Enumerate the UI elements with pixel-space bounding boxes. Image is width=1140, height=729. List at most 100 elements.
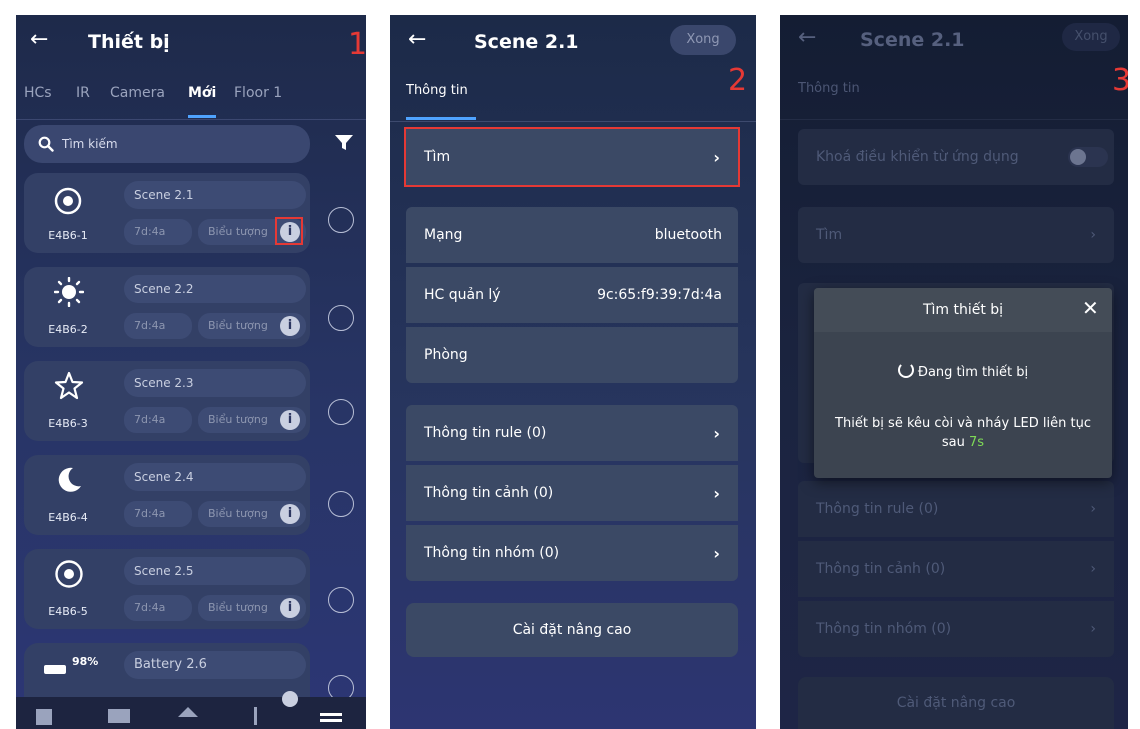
app-control-lock-row: Khoá điều khiển từ ứng dụng bbox=[798, 129, 1114, 185]
page-title: Thiết bị bbox=[88, 31, 170, 53]
device-card-5[interactable]: E4B6-5 Scene 2.5 7d:4a Biểu tượng i bbox=[24, 549, 310, 629]
device-card-3[interactable]: E4B6-3 Scene 2.3 7d:4a Biểu tượng i bbox=[24, 361, 310, 441]
group-info-row[interactable]: Thông tin nhóm (0) › bbox=[798, 601, 1114, 657]
filter-icon[interactable] bbox=[334, 133, 354, 153]
tab-info[interactable]: Thông tin bbox=[798, 81, 860, 96]
hc-manager-value: 9c:65:f9:39:7d:4a bbox=[597, 287, 722, 303]
step-number-label: 3 bbox=[1112, 63, 1128, 98]
scene-info-row[interactable]: Thông tin cảnh (0) › bbox=[798, 541, 1114, 597]
info-icon[interactable]: i bbox=[280, 598, 300, 618]
target-icon bbox=[54, 187, 82, 215]
device-name: Scene 2.1 bbox=[124, 181, 306, 209]
search-placeholder: Tìm kiếm bbox=[62, 137, 118, 151]
chevron-right-icon: › bbox=[1090, 501, 1096, 517]
highlight-box bbox=[275, 217, 303, 245]
status-text: Đang tìm thiết bị bbox=[917, 365, 1029, 380]
tab-moi[interactable]: Mới bbox=[188, 85, 216, 101]
close-icon[interactable]: ✕ bbox=[1082, 296, 1099, 320]
nav-home-icon[interactable] bbox=[178, 707, 198, 717]
screen-find-device: ← Scene 2.1 Xong 3 Thông tin Khoá điều k… bbox=[780, 15, 1128, 729]
nav-devices-icon[interactable] bbox=[108, 709, 130, 723]
tab-hcs[interactable]: HCs bbox=[24, 85, 52, 101]
record-icon bbox=[55, 560, 83, 588]
message-text: Thiết bị sẽ kêu còi và nháy LED liên tục… bbox=[835, 416, 1091, 450]
select-radio[interactable] bbox=[328, 399, 354, 425]
screen-scene-info: ← Scene 2.1 Xong 2 Thông tin Tìm › Mạng … bbox=[390, 15, 756, 729]
select-radio[interactable] bbox=[328, 587, 354, 613]
device-card-4[interactable]: E4B6-4 Scene 2.4 7d:4a Biểu tượng i bbox=[24, 455, 310, 535]
chevron-right-icon: › bbox=[1090, 227, 1096, 243]
rule-info-row[interactable]: Thông tin rule (0) › bbox=[406, 405, 738, 461]
scene-info-label: Thông tin cảnh (0) bbox=[424, 485, 554, 501]
step-number-label: 2 bbox=[728, 63, 748, 98]
advanced-settings-button[interactable]: Cài đặt nâng cao bbox=[798, 677, 1114, 729]
back-arrow-icon[interactable]: ← bbox=[408, 27, 426, 52]
advanced-settings-button[interactable]: Cài đặt nâng cao bbox=[406, 603, 738, 657]
active-tab-indicator bbox=[406, 117, 476, 120]
tab-floor-1[interactable]: Floor 1 bbox=[234, 85, 282, 101]
chevron-right-icon: › bbox=[713, 543, 720, 563]
chevron-right-icon: › bbox=[1090, 621, 1096, 637]
info-icon[interactable]: i bbox=[280, 410, 300, 430]
device-card-2[interactable]: E4B6-2 Scene 2.2 7d:4a Biểu tượng i bbox=[24, 267, 310, 347]
dialog-message: Thiết bị sẽ kêu còi và nháy LED liên tục… bbox=[824, 414, 1102, 452]
search-input[interactable]: Tìm kiếm bbox=[24, 125, 310, 163]
info-icon[interactable]: i bbox=[280, 504, 300, 524]
screen-device-list: ← Thiết bị 1 HCs IR Camera Mới Floor 1 T… bbox=[16, 15, 366, 729]
scene-info-label: Thông tin cảnh (0) bbox=[816, 561, 946, 577]
device-id: E4B6-3 bbox=[48, 417, 88, 430]
device-address: 7d:4a bbox=[124, 501, 192, 527]
moon-icon bbox=[58, 467, 81, 492]
info-icon[interactable]: i bbox=[280, 316, 300, 336]
tab-divider bbox=[780, 119, 1128, 120]
chevron-right-icon: › bbox=[1090, 561, 1096, 577]
highlight-box bbox=[404, 127, 740, 187]
select-radio[interactable] bbox=[328, 305, 354, 331]
back-arrow-icon[interactable]: ← bbox=[30, 27, 48, 52]
device-card-1[interactable]: E4B6-1 Scene 2.1 7d:4a Biểu tượng i bbox=[24, 173, 310, 253]
device-name: Scene 2.4 bbox=[124, 463, 306, 491]
find-row[interactable]: Tìm › bbox=[798, 207, 1114, 263]
loading-spinner-icon bbox=[897, 362, 914, 378]
advanced-settings-label: Cài đặt nâng cao bbox=[896, 695, 1016, 711]
info-icon[interactable] bbox=[282, 691, 298, 707]
device-name: Scene 2.5 bbox=[124, 557, 306, 585]
nav-dashboard-icon[interactable] bbox=[36, 709, 52, 725]
star-icon bbox=[54, 371, 84, 400]
battery-percent: 98% bbox=[72, 655, 99, 668]
device-id: E4B6-2 bbox=[48, 323, 88, 336]
tab-ir[interactable]: IR bbox=[76, 85, 90, 101]
nav-music-icon[interactable] bbox=[254, 707, 257, 725]
done-button[interactable]: Xong bbox=[1062, 23, 1120, 51]
back-arrow-icon[interactable]: ← bbox=[798, 25, 816, 50]
room-label: Phòng bbox=[424, 347, 468, 363]
room-row[interactable]: Phòng bbox=[406, 327, 738, 383]
search-icon bbox=[38, 136, 54, 152]
find-device-dialog: Tìm thiết bị ✕ Đang tìm thiết bị Thiết b… bbox=[814, 288, 1112, 478]
scene-info-row[interactable]: Thông tin cảnh (0) › bbox=[406, 465, 738, 521]
network-row: Mạng bluetooth bbox=[406, 207, 738, 263]
select-radio[interactable] bbox=[328, 207, 354, 233]
group-info-label: Thông tin nhóm (0) bbox=[816, 621, 952, 637]
tab-divider bbox=[16, 119, 366, 120]
tab-info[interactable]: Thông tin bbox=[406, 83, 468, 98]
app-control-lock-label: Khoá điều khiển từ ứng dụng bbox=[816, 149, 1019, 165]
network-label: Mạng bbox=[424, 227, 463, 243]
device-address: 7d:4a bbox=[124, 219, 192, 245]
select-radio[interactable] bbox=[328, 491, 354, 517]
device-address: 7d:4a bbox=[124, 407, 192, 433]
group-info-label: Thông tin nhóm (0) bbox=[424, 545, 560, 561]
done-button[interactable]: Xong bbox=[670, 25, 736, 55]
active-tab-indicator bbox=[188, 115, 216, 118]
rule-info-row[interactable]: Thông tin rule (0) › bbox=[798, 481, 1114, 537]
nav-menu-icon[interactable] bbox=[320, 713, 342, 716]
group-info-row[interactable]: Thông tin nhóm (0) › bbox=[406, 525, 738, 581]
network-value: bluetooth bbox=[654, 227, 722, 243]
device-id: E4B6-4 bbox=[48, 511, 88, 524]
find-label: Tìm bbox=[816, 227, 843, 243]
countdown-value: 7s bbox=[969, 435, 985, 450]
toggle-knob bbox=[1070, 149, 1086, 165]
lock-toggle[interactable] bbox=[1068, 147, 1108, 167]
battery-icon bbox=[44, 665, 66, 674]
tab-camera[interactable]: Camera bbox=[110, 85, 165, 101]
